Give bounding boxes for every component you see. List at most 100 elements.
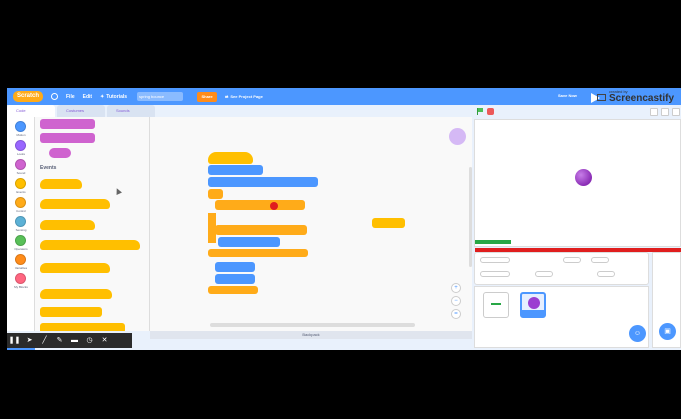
menu-bar: Scratch File Edit ✦ Tutorials spring bou…	[7, 88, 681, 105]
block-categories: Motion Looks Sound Events Control Sensin…	[7, 117, 35, 350]
pause-icon[interactable]: ❚❚	[7, 333, 22, 348]
tab-code[interactable]: Code	[7, 105, 55, 117]
if-touching-color-block[interactable]	[215, 200, 305, 210]
editor-tabs: Code Costumes Sounds	[7, 105, 167, 117]
edit-menu[interactable]: Edit	[83, 94, 92, 100]
annotation-toolbar: ❚❚ ➤ ╱ ✎ ▬ ◷ ✕	[7, 333, 132, 348]
fullscreen-icon[interactable]	[672, 108, 680, 116]
category-sensing-icon[interactable]	[15, 216, 26, 227]
size-field[interactable]	[535, 271, 553, 277]
if-on-edge-bounce-block[interactable]	[215, 274, 255, 284]
zoom-out-icon[interactable]: −	[451, 296, 461, 306]
choose-backdrop-icon[interactable]: ▣	[659, 323, 676, 340]
sprite-tile-label	[522, 310, 544, 316]
file-menu[interactable]: File	[66, 94, 75, 100]
green-paddle	[475, 240, 511, 244]
when-flag-clicked-script-block[interactable]	[208, 152, 253, 164]
choose-sprite-icon[interactable]: ☺	[629, 325, 646, 342]
sprite-tile-ball[interactable]	[520, 292, 546, 318]
screencastify-watermark: created by Screencastify	[591, 90, 674, 104]
paddle-thumbnail	[491, 303, 501, 305]
stage-canvas[interactable]	[474, 119, 681, 252]
color-swatch[interactable]	[270, 202, 278, 210]
tab-costumes[interactable]: Costumes	[57, 105, 105, 117]
highlighter-icon[interactable]: ✎	[52, 333, 67, 348]
when-backdrop-switches-block[interactable]	[40, 240, 140, 250]
category-label: Sound	[16, 171, 26, 175]
broadcast-block[interactable]	[40, 307, 102, 317]
share-button[interactable]: Share	[197, 91, 218, 102]
sprite-tile-paddle[interactable]	[483, 292, 509, 318]
language-menu[interactable]	[51, 93, 58, 100]
green-flag-icon[interactable]	[477, 108, 483, 115]
stop-icon[interactable]	[487, 108, 494, 115]
scratch-editor: Scratch File Edit ✦ Tutorials spring bou…	[7, 88, 681, 350]
loose-event-block[interactable]	[372, 218, 405, 228]
zoom-in-icon[interactable]: +	[451, 283, 461, 293]
category-label: Variables	[14, 266, 28, 270]
sprite-list: ☺	[474, 286, 649, 348]
events-heading: Events	[40, 165, 57, 171]
horizontal-scrollbar[interactable]	[210, 323, 415, 327]
screencastify-logo-icon	[591, 92, 609, 103]
small-stage-icon[interactable]	[650, 108, 658, 116]
category-events-icon[interactable]	[15, 178, 26, 189]
code-workspace[interactable]: + − =	[150, 117, 472, 331]
forever-block-top[interactable]	[208, 189, 223, 199]
when-key-pressed-block[interactable]	[40, 199, 110, 209]
direction-field[interactable]	[597, 271, 615, 277]
category-label: Sensing	[15, 228, 27, 232]
vertical-scrollbar[interactable]	[469, 167, 472, 267]
category-label: My Blocks	[14, 285, 28, 289]
sprite-name-field[interactable]	[480, 257, 510, 263]
category-variables-icon[interactable]	[15, 254, 26, 265]
close-icon[interactable]: ✕	[97, 333, 112, 348]
if-touching-edge-block[interactable]	[215, 225, 307, 235]
category-looks-icon[interactable]	[15, 140, 26, 151]
cursor-icon[interactable]: ➤	[22, 333, 37, 348]
tab-sounds[interactable]: Sounds	[107, 105, 155, 117]
ball-sprite[interactable]	[575, 169, 592, 186]
point-in-direction-block[interactable]	[208, 177, 318, 187]
eraser-icon[interactable]: ▬	[67, 333, 82, 348]
palette-reporter-block[interactable]	[49, 148, 71, 158]
timer-icon[interactable]: ◷	[82, 333, 97, 348]
when-sprite-clicked-block[interactable]	[40, 220, 95, 230]
turn-degrees-block[interactable]	[218, 237, 280, 247]
large-stage-icon[interactable]	[661, 108, 669, 116]
globe-icon	[51, 93, 58, 100]
sprite-info-panel	[474, 252, 649, 285]
when-i-receive-block[interactable]	[40, 289, 112, 299]
when-flag-clicked-block[interactable]	[40, 179, 82, 189]
sprite-tile-label	[484, 311, 508, 317]
palette-block[interactable]	[40, 133, 95, 143]
palette-block[interactable]	[40, 119, 95, 129]
pen-icon[interactable]: ╱	[37, 333, 52, 348]
tutorials-label: Tutorials	[106, 93, 128, 100]
x-field[interactable]	[563, 257, 581, 263]
project-title-input[interactable]: spring bounce	[137, 92, 184, 101]
move-steps-block[interactable]	[215, 262, 255, 272]
when-loudness-block[interactable]	[40, 263, 110, 273]
category-motion-icon[interactable]	[15, 121, 26, 132]
tutorials-menu[interactable]: ✦ Tutorials	[100, 94, 127, 100]
category-sound-icon[interactable]	[15, 159, 26, 170]
project-page-label: See Project Page	[230, 94, 263, 99]
broadcast-and-wait-block[interactable]	[40, 323, 125, 331]
stage-header	[472, 105, 681, 119]
category-control-icon[interactable]	[15, 197, 26, 208]
category-my-blocks-icon[interactable]	[15, 273, 26, 284]
y-field[interactable]	[591, 257, 609, 263]
see-project-page-button[interactable]: ⇄ See Project Page	[225, 94, 263, 99]
show-toggle[interactable]	[480, 271, 510, 277]
scratch-logo[interactable]: Scratch	[13, 91, 43, 102]
category-operators-icon[interactable]	[15, 235, 26, 246]
go-to-xy-block[interactable]	[208, 165, 263, 175]
save-now-button[interactable]: Save Now	[558, 93, 577, 98]
backpack-bar[interactable]: Backpack	[150, 331, 472, 339]
zoom-reset-icon[interactable]: =	[451, 309, 461, 319]
tutorials-icon: ✦	[100, 93, 105, 100]
category-label: Looks	[16, 152, 25, 156]
project-page-icon: ⇄	[225, 94, 229, 99]
stage-selector-pane[interactable]: ▣	[652, 252, 681, 348]
